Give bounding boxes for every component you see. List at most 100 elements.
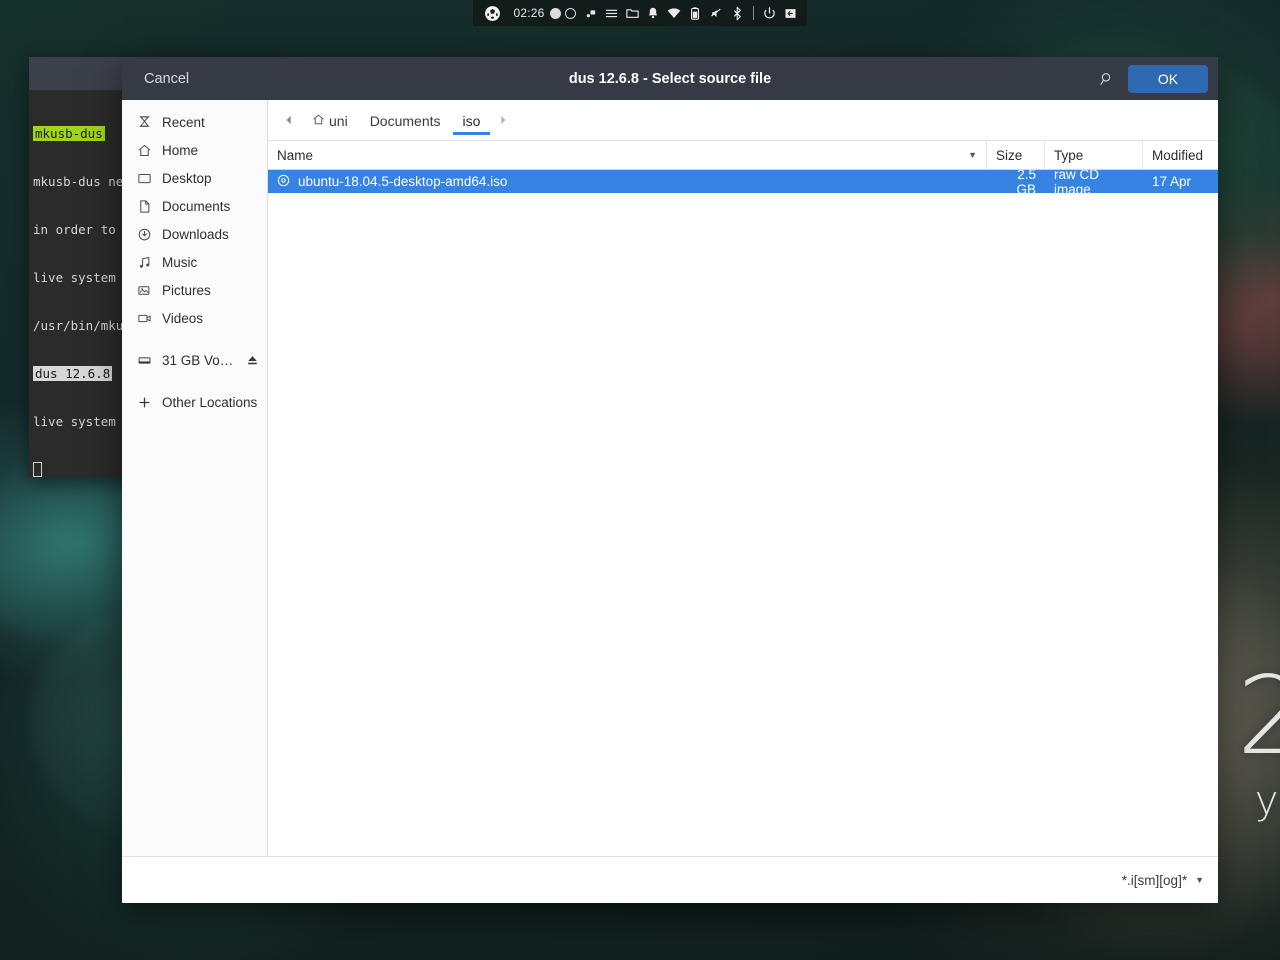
notification-bubble-icon[interactable] [580,0,601,26]
chevron-left-icon[interactable] [278,107,300,133]
file-chooser-dialog: Cancel dus 12.6.8 - Select source file O… [122,57,1218,903]
ok-button[interactable]: OK [1128,64,1208,93]
workspace-dot-1[interactable] [549,7,561,19]
document-icon [136,198,152,214]
terminal-line: live system [33,270,116,285]
bluetooth-icon[interactable] [727,0,748,26]
terminal-title-highlight: mkusb-dus [33,126,105,141]
sidebar-item-label: Other Locations [162,394,258,410]
plus-icon [136,394,152,410]
column-header-size[interactable]: Size [987,141,1045,169]
breadcrumb-label: iso [462,112,481,129]
sidebar-item-music[interactable]: Music [122,248,267,276]
file-browser-pane: uni Documents iso Name ▼ Size Type Modif… [268,100,1218,856]
sidebar-item-desktop[interactable]: Desktop [122,164,267,192]
sidebar-item-volume[interactable]: 31 GB Volu… [122,346,267,374]
desktop-clock-time: 2: [1236,654,1280,779]
search-icon[interactable] [1096,68,1118,90]
column-header-name-label: Name [277,147,314,163]
folder-icon[interactable] [622,0,643,26]
audio-muted-icon[interactable] [706,0,727,26]
sidebar-item-home[interactable]: Home [122,136,267,164]
top-panel-tray: 02:26 [473,0,807,26]
menu-list-icon[interactable] [601,0,622,26]
file-modified: 17 Apr [1152,174,1192,189]
sort-descending-caret-icon: ▼ [968,150,977,160]
cancel-button[interactable]: Cancel [132,66,201,92]
desktop-clock-widget: 2: y 27 [1236,654,1280,824]
file-name: ubuntu-18.04.5-desktop-amd64.iso [298,174,508,189]
sidebar-item-label: 31 GB Volu… [162,352,236,368]
breadcrumb-item-iso[interactable]: iso [452,108,491,135]
file-size: 2.5 GB [1016,170,1036,197]
sidebar-item-pictures[interactable]: Pictures [122,276,267,304]
sidebar-item-other-locations[interactable]: Other Locations [122,388,267,416]
top-panel: 02:26 [0,0,1280,26]
terminal-line: in order to [33,222,116,237]
column-header-modified-label: Modified [1152,147,1204,163]
dialog-title: dus 12.6.8 - Select source file [568,70,772,87]
music-note-icon [136,254,152,270]
desktop-clock-date: y 27 [1254,778,1280,824]
headerbar-actions: OK [1096,64,1208,93]
dialog-body: Recent Home Desktop Documents Downloads … [122,100,1218,856]
download-icon [136,226,152,242]
home-icon [136,142,152,158]
top-panel-clock[interactable]: 02:26 [505,6,549,20]
sidebar-item-recent[interactable]: Recent [122,108,267,136]
file-filter-label: *.i[sm][og]* [1121,872,1188,888]
column-header-type-label: Type [1054,147,1084,163]
table-row[interactable]: ubuntu-18.04.5-desktop-amd64.iso 2.5 GB … [268,170,1218,197]
file-type: raw CD image [1054,170,1100,197]
desktop-icon [136,170,152,186]
picture-icon [136,282,152,298]
home-icon [312,113,325,129]
breadcrumb-item-home[interactable]: uni [302,108,358,135]
drive-icon [136,352,152,368]
dialog-footer: *.i[sm][og]* ▼ [122,856,1218,903]
terminal-line: /usr/bin/mku [33,318,124,333]
workspace-switcher[interactable] [549,7,580,19]
sidebar-item-label: Desktop [162,170,212,186]
sidebar-separator [122,332,267,346]
terminal-line: live system [33,414,116,429]
chevron-down-icon: ▼ [1195,875,1204,885]
column-header-type[interactable]: Type [1045,141,1143,169]
dialog-headerbar: Cancel dus 12.6.8 - Select source file O… [122,57,1218,100]
file-list-header: Name ▼ Size Type Modified [268,140,1218,170]
sidebar-item-label: Recent [162,114,205,130]
file-name-cell: ubuntu-18.04.5-desktop-amd64.iso [268,174,987,190]
breadcrumb: uni Documents iso [268,100,1218,140]
column-header-modified[interactable]: Modified [1143,141,1218,169]
bell-icon[interactable] [643,0,664,26]
chevron-right-icon[interactable] [492,107,514,133]
column-header-size-label: Size [996,147,1023,163]
sidebar-item-documents[interactable]: Documents [122,192,267,220]
sidebar-item-videos[interactable]: Videos [122,304,267,332]
file-list: ubuntu-18.04.5-desktop-amd64.iso 2.5 GB … [268,170,1218,856]
sidebar-item-downloads[interactable]: Downloads [122,220,267,248]
video-camera-icon [136,310,152,326]
logout-icon[interactable] [780,0,801,26]
terminal-cursor [33,462,42,477]
breadcrumb-item-documents[interactable]: Documents [360,108,451,135]
soccer-ball-icon[interactable] [479,0,505,26]
places-sidebar: Recent Home Desktop Documents Downloads … [122,100,268,856]
wifi-icon[interactable] [664,0,685,26]
sidebar-item-label: Home [162,142,199,158]
power-icon[interactable] [759,0,780,26]
battery-icon[interactable] [685,0,706,26]
sidebar-item-label: Videos [162,310,204,326]
tray-separator [752,6,754,20]
sidebar-item-label: Music [162,254,198,270]
file-filter-dropdown[interactable]: *.i[sm][og]* ▼ [1122,873,1204,888]
sidebar-item-label: Pictures [162,282,211,298]
cd-disc-icon [277,174,290,190]
column-header-name[interactable]: Name ▼ [268,141,987,169]
eject-icon[interactable] [246,353,259,367]
workspace-dot-2[interactable] [564,7,576,19]
terminal-line-highlight: dus 12.6.8 [33,366,113,381]
breadcrumb-label: uni [329,112,348,129]
screen: 2: y 27 mkusb-dus mkusb-dus ne in order … [0,0,1280,960]
sidebar-item-label: Documents [162,198,231,214]
